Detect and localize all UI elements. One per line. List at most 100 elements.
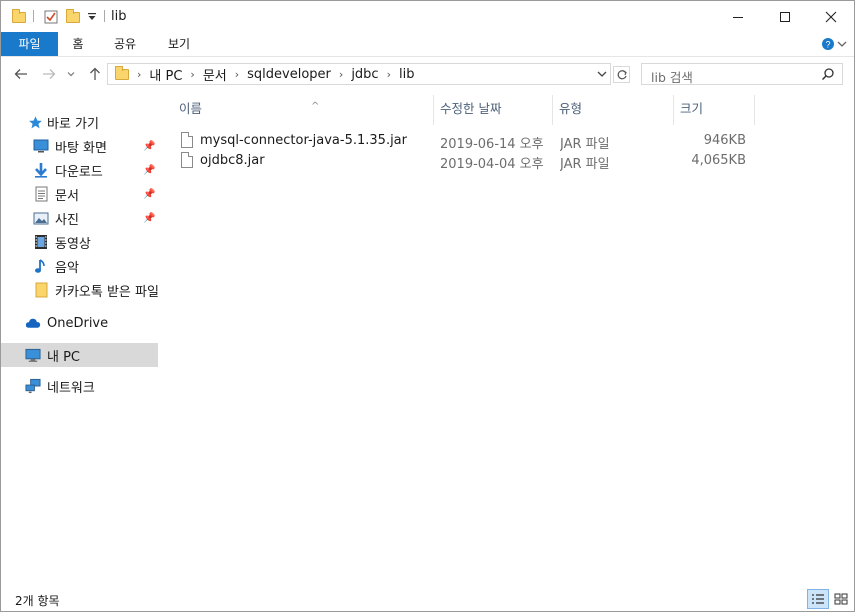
- up-button[interactable]: [85, 64, 105, 84]
- expand-ribbon-icon[interactable]: [835, 37, 849, 54]
- recent-locations-icon[interactable]: [64, 64, 78, 84]
- star-icon: [27, 114, 43, 130]
- search-icon[interactable]: [821, 67, 835, 84]
- new-folder-icon[interactable]: [66, 7, 80, 27]
- document-icon: [33, 186, 49, 202]
- sidebar-item-onedrive[interactable]: OneDrive: [1, 312, 158, 334]
- divider: [104, 10, 105, 22]
- search-box[interactable]: lib 검색: [641, 63, 843, 85]
- tab-view[interactable]: 보기: [159, 32, 199, 56]
- file-name: mysql-connector-java-5.1.35.jar: [200, 133, 407, 148]
- column-header-date-modified[interactable]: 수정한 날짜: [434, 95, 552, 123]
- address-bar[interactable]: › 내 PC › 문서 › sqldeveloper › jdbc › lib: [107, 63, 611, 85]
- sidebar-item-label: 바탕 화면: [55, 140, 107, 156]
- maximize-button[interactable]: [762, 1, 808, 32]
- large-icons-view-button[interactable]: [830, 589, 852, 609]
- svg-text:?: ?: [825, 40, 830, 50]
- sidebar-item-network[interactable]: 네트워크: [1, 375, 158, 397]
- status-bar: 2개 항목: [1, 588, 854, 611]
- large-icons-view-icon: [834, 593, 848, 605]
- pin-icon[interactable]: 📌: [143, 165, 155, 176]
- tab-share[interactable]: 공유: [105, 32, 145, 56]
- title-bar: lib: [1, 1, 854, 32]
- sidebar-item-label: 사진: [55, 212, 79, 228]
- refresh-icon: [617, 69, 627, 79]
- file-size: 4,065KB: [691, 153, 746, 168]
- file-explorer-window: lib 파일 홈 공유 보기 ? › 내 PC › 문서 › sqldevelo…: [0, 0, 855, 612]
- pin-icon[interactable]: 📌: [143, 141, 155, 152]
- sidebar-item-videos[interactable]: 동영상: [1, 231, 158, 253]
- sidebar-item-label: 카카오톡 받은 파일: [55, 284, 158, 300]
- navigation-pane: 바로 가기 바탕 화면 📌 다운로드 📌 문서 📌 사진 📌 동영상 음악 카카…: [1, 91, 159, 587]
- tab-home[interactable]: 홈: [61, 32, 95, 56]
- close-button[interactable]: [808, 1, 854, 32]
- download-icon: [33, 162, 49, 178]
- ribbon-tabs: 파일 홈 공유 보기 ?: [1, 32, 854, 57]
- sidebar-item-documents[interactable]: 문서 📌: [1, 183, 158, 205]
- refresh-button[interactable]: [613, 66, 630, 83]
- sidebar-item-label: 음악: [55, 260, 79, 276]
- file-name: ojdbc8.jar: [200, 153, 265, 168]
- pin-icon[interactable]: 📌: [143, 189, 155, 200]
- sidebar-item-quick-access[interactable]: 바로 가기: [1, 111, 158, 133]
- table-row[interactable]: mysql-connector-java-5.1.35.jar 2019-06-…: [177, 131, 757, 152]
- sidebar-item-music[interactable]: 음악: [1, 255, 158, 277]
- divider: [33, 10, 34, 22]
- help-icon[interactable]: ?: [821, 37, 835, 54]
- breadcrumb-separator[interactable]: ›: [382, 68, 396, 81]
- minimize-button[interactable]: [715, 1, 761, 32]
- sort-ascending-icon: ^: [311, 101, 320, 112]
- sidebar-item-desktop[interactable]: 바탕 화면 📌: [1, 135, 158, 157]
- sidebar-item-label: 바로 가기: [47, 116, 99, 132]
- address-history-dropdown-icon[interactable]: [596, 67, 608, 84]
- sidebar-item-pictures[interactable]: 사진 📌: [1, 207, 158, 229]
- details-view-icon: [812, 594, 824, 604]
- pin-icon[interactable]: 📌: [143, 213, 155, 224]
- breadcrumb-separator[interactable]: ›: [185, 68, 199, 81]
- breadcrumb-documents[interactable]: 문서: [200, 65, 230, 84]
- sidebar-item-label: 동영상: [55, 236, 91, 252]
- column-header-name[interactable]: 이름 ^: [173, 95, 433, 123]
- sidebar-item-label: 문서: [55, 188, 79, 204]
- column-header-size[interactable]: 크기: [674, 95, 754, 123]
- column-header-type[interactable]: 유형: [553, 95, 673, 123]
- file-type: JAR 파일: [560, 157, 610, 172]
- desktop-icon: [33, 138, 49, 154]
- file-icon: [181, 132, 193, 148]
- file-type: JAR 파일: [560, 137, 610, 152]
- folder-icon: [33, 282, 49, 298]
- customize-quick-access-icon[interactable]: [87, 7, 97, 27]
- sidebar-item-kakaotalk-files[interactable]: 카카오톡 받은 파일: [1, 279, 158, 301]
- music-icon: [33, 258, 49, 274]
- search-input[interactable]: lib 검색: [651, 67, 693, 86]
- column-header-label: 이름: [179, 101, 203, 116]
- sidebar-item-this-pc[interactable]: 내 PC: [1, 343, 158, 367]
- sidebar-item-label: OneDrive: [47, 315, 109, 331]
- network-icon: [25, 378, 41, 394]
- breadcrumb-jdbc[interactable]: jdbc: [348, 67, 381, 82]
- table-row[interactable]: ojdbc8.jar 2019-04-04 오후 2:31 JAR 파일 4,0…: [177, 151, 757, 172]
- breadcrumb-separator[interactable]: ›: [230, 68, 244, 81]
- video-icon: [33, 234, 49, 250]
- sidebar-item-downloads[interactable]: 다운로드 📌: [1, 159, 158, 181]
- tab-file[interactable]: 파일: [1, 32, 58, 56]
- sidebar-item-label: 내 PC: [47, 349, 81, 365]
- picture-icon: [33, 210, 49, 226]
- breadcrumb-separator[interactable]: ›: [132, 68, 146, 81]
- properties-icon[interactable]: [43, 7, 59, 27]
- back-button[interactable]: [11, 64, 31, 84]
- breadcrumb-this-pc[interactable]: 내 PC: [146, 65, 185, 84]
- breadcrumb-lib[interactable]: lib: [396, 67, 417, 82]
- breadcrumb-sqldeveloper[interactable]: sqldeveloper: [244, 67, 334, 82]
- file-date-modified: 2019-06-14 오후 4:12: [440, 137, 548, 152]
- file-date-modified: 2019-04-04 오후 2:31: [440, 157, 548, 172]
- file-list: 이름 ^ 수정한 날짜 유형 크기 mysql-connector-java-5…: [161, 91, 854, 587]
- folder-icon: [12, 7, 26, 27]
- column-divider[interactable]: [754, 95, 755, 125]
- forward-button[interactable]: [39, 64, 59, 84]
- file-icon: [181, 152, 193, 168]
- breadcrumb-separator[interactable]: ›: [334, 68, 348, 81]
- folder-icon: [112, 65, 132, 80]
- sidebar-item-label: 다운로드: [55, 164, 103, 180]
- details-view-button[interactable]: [807, 589, 829, 609]
